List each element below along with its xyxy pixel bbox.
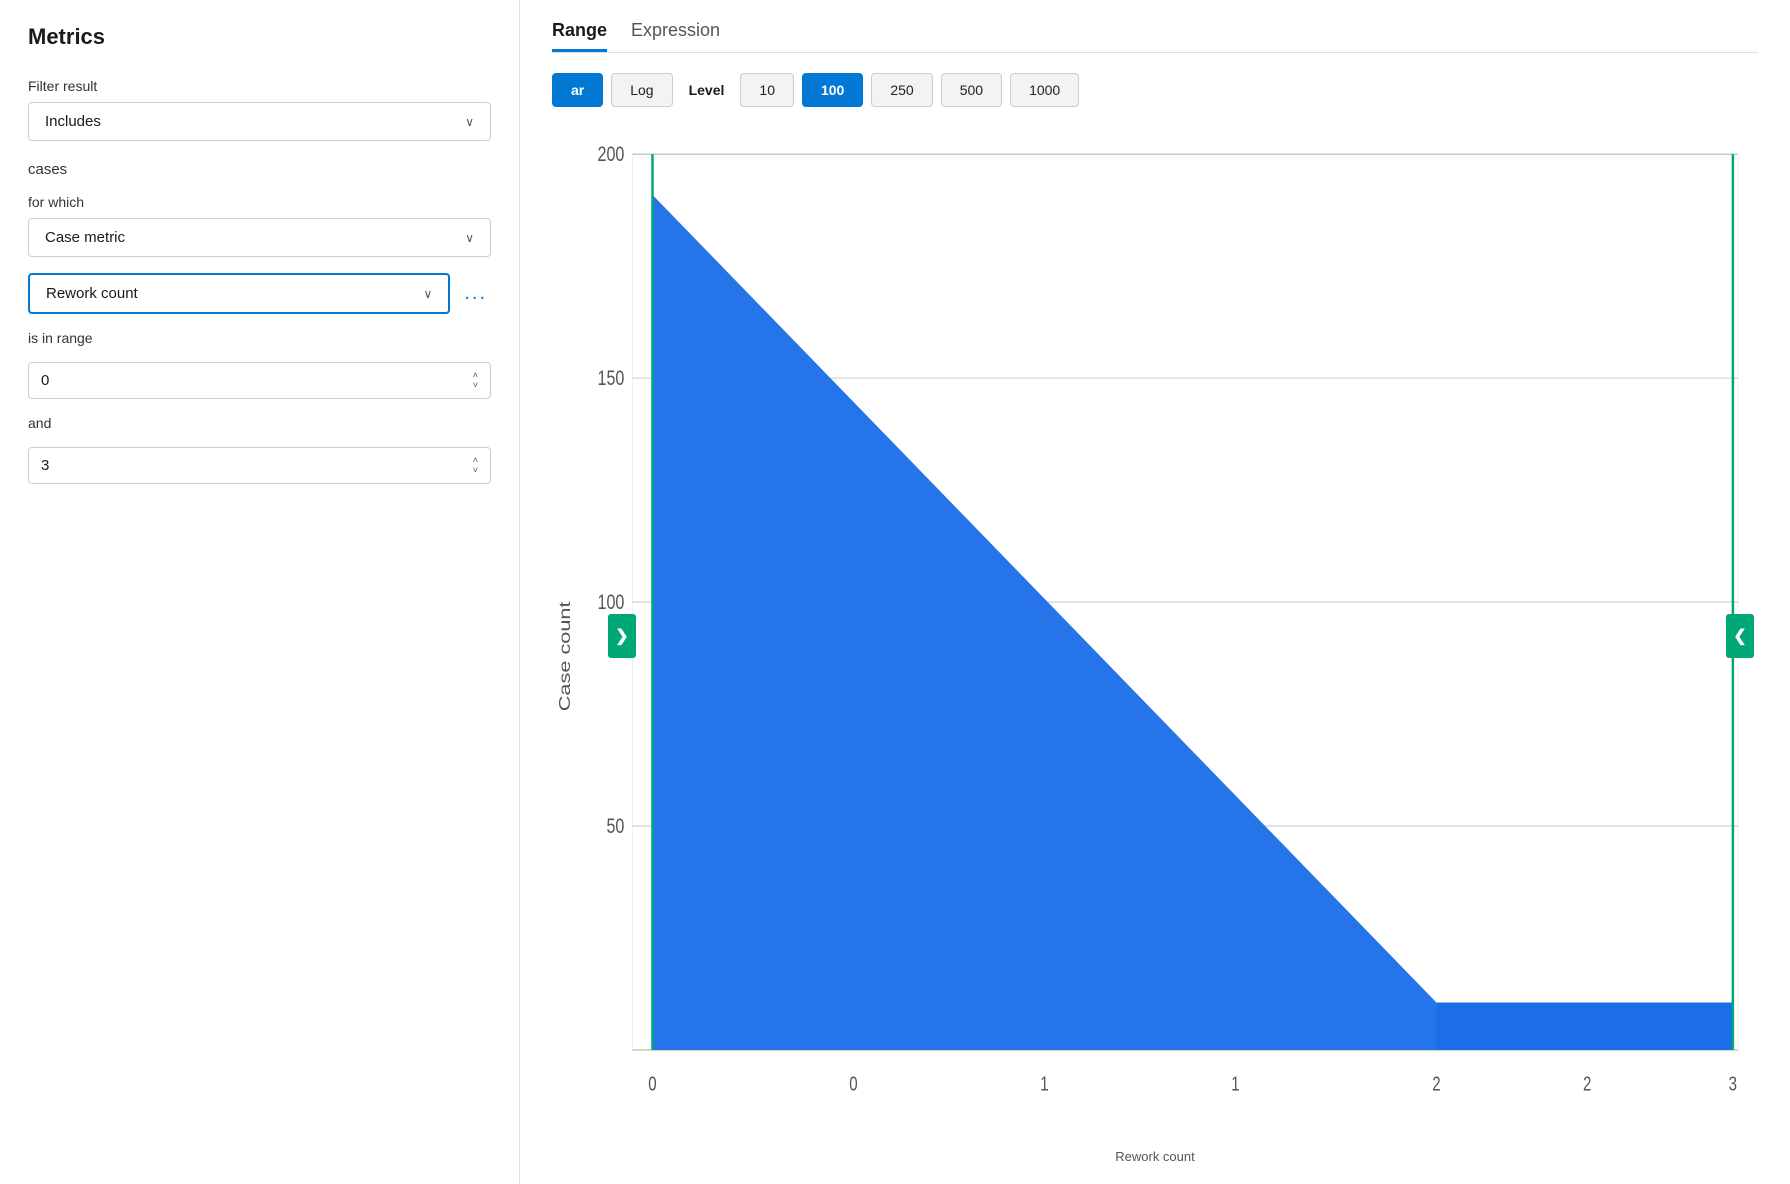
level-label: Level (689, 82, 725, 98)
level-btn-10[interactable]: 10 (740, 73, 794, 107)
rework-count-select[interactable]: Rework count ∨ (28, 273, 450, 314)
range-min-input[interactable]: 0 ˄ ˅ (28, 362, 491, 399)
chart-svg: Case count 200 150 100 50 (552, 127, 1758, 1145)
svg-text:2: 2 (1432, 1073, 1440, 1096)
level-btn-100[interactable]: 100 (802, 73, 863, 107)
chart-container: ❯ ❮ Case count 200 150 100 50 (552, 127, 1758, 1164)
tabs-row: Range Expression (552, 20, 1758, 53)
range-max-input[interactable]: 3 ˄ ˅ (28, 447, 491, 484)
chart-svg-area: ❯ ❮ Case count 200 150 100 50 (552, 127, 1758, 1145)
is-in-range-label: is in range (28, 330, 491, 346)
right-panel: Range Expression ar Log Level 10 100 250… (520, 0, 1790, 1184)
tab-expression[interactable]: Expression (631, 20, 720, 52)
x-axis-label: Rework count (552, 1149, 1758, 1164)
svg-text:150: 150 (598, 367, 625, 391)
svg-text:3: 3 (1729, 1073, 1737, 1096)
range-max-value: 3 (41, 457, 49, 474)
case-metric-wrapper: Case metric ∨ (28, 218, 491, 257)
case-metric-chevron-icon: ∨ (465, 231, 474, 245)
svg-text:0: 0 (849, 1073, 857, 1096)
svg-text:200: 200 (598, 143, 625, 167)
range-max-up-icon[interactable]: ˄ (473, 456, 478, 465)
cases-label: cases (28, 161, 491, 178)
left-panel: Metrics Filter result Includes ∨ cases f… (0, 0, 520, 1184)
slider-handle-right[interactable]: ❮ (1726, 614, 1754, 658)
left-handle-arrow-icon: ❯ (615, 626, 628, 646)
range-max-spinners: ˄ ˅ (473, 456, 478, 475)
rework-count-row: Rework count ∨ ... (28, 273, 491, 314)
dots-button[interactable]: ... (460, 278, 491, 309)
svg-text:Case count: Case count (557, 601, 575, 712)
range-min-up-icon[interactable]: ˄ (473, 371, 478, 380)
and-label: and (28, 415, 491, 431)
range-min-spinners: ˄ ˅ (473, 371, 478, 390)
scale-btn-ar[interactable]: ar (552, 73, 603, 107)
svg-text:1: 1 (1231, 1073, 1239, 1096)
tab-range[interactable]: Range (552, 20, 607, 52)
right-handle-arrow-icon: ❮ (1733, 626, 1746, 646)
level-btn-250[interactable]: 250 (871, 73, 932, 107)
svg-text:2: 2 (1583, 1073, 1591, 1096)
filter-result-value: Includes (45, 113, 101, 130)
case-metric-select[interactable]: Case metric ∨ (28, 218, 491, 257)
svg-text:100: 100 (598, 591, 625, 615)
filter-result-label: Filter result (28, 78, 491, 94)
for-which-label: for which (28, 194, 491, 210)
rework-count-value: Rework count (46, 285, 138, 302)
range-max-down-icon[interactable]: ˅ (473, 466, 478, 475)
controls-row: ar Log Level 10 100 250 500 1000 (552, 73, 1758, 107)
svg-text:1: 1 (1040, 1073, 1048, 1096)
range-min-down-icon[interactable]: ˅ (473, 381, 478, 390)
svg-text:50: 50 (606, 815, 624, 839)
level-btn-500[interactable]: 500 (941, 73, 1002, 107)
panel-title: Metrics (28, 24, 491, 50)
slider-handle-left[interactable]: ❯ (608, 614, 636, 658)
svg-text:0: 0 (648, 1073, 656, 1096)
case-metric-value: Case metric (45, 229, 125, 246)
rework-count-chevron-icon: ∨ (424, 287, 433, 301)
range-min-value: 0 (41, 372, 49, 389)
scale-btn-log[interactable]: Log (611, 73, 672, 107)
filter-result-wrapper: Includes ∨ (28, 102, 491, 141)
level-btn-1000[interactable]: 1000 (1010, 73, 1079, 107)
filter-result-select[interactable]: Includes ∨ (28, 102, 491, 141)
filter-result-chevron-icon: ∨ (465, 115, 474, 129)
